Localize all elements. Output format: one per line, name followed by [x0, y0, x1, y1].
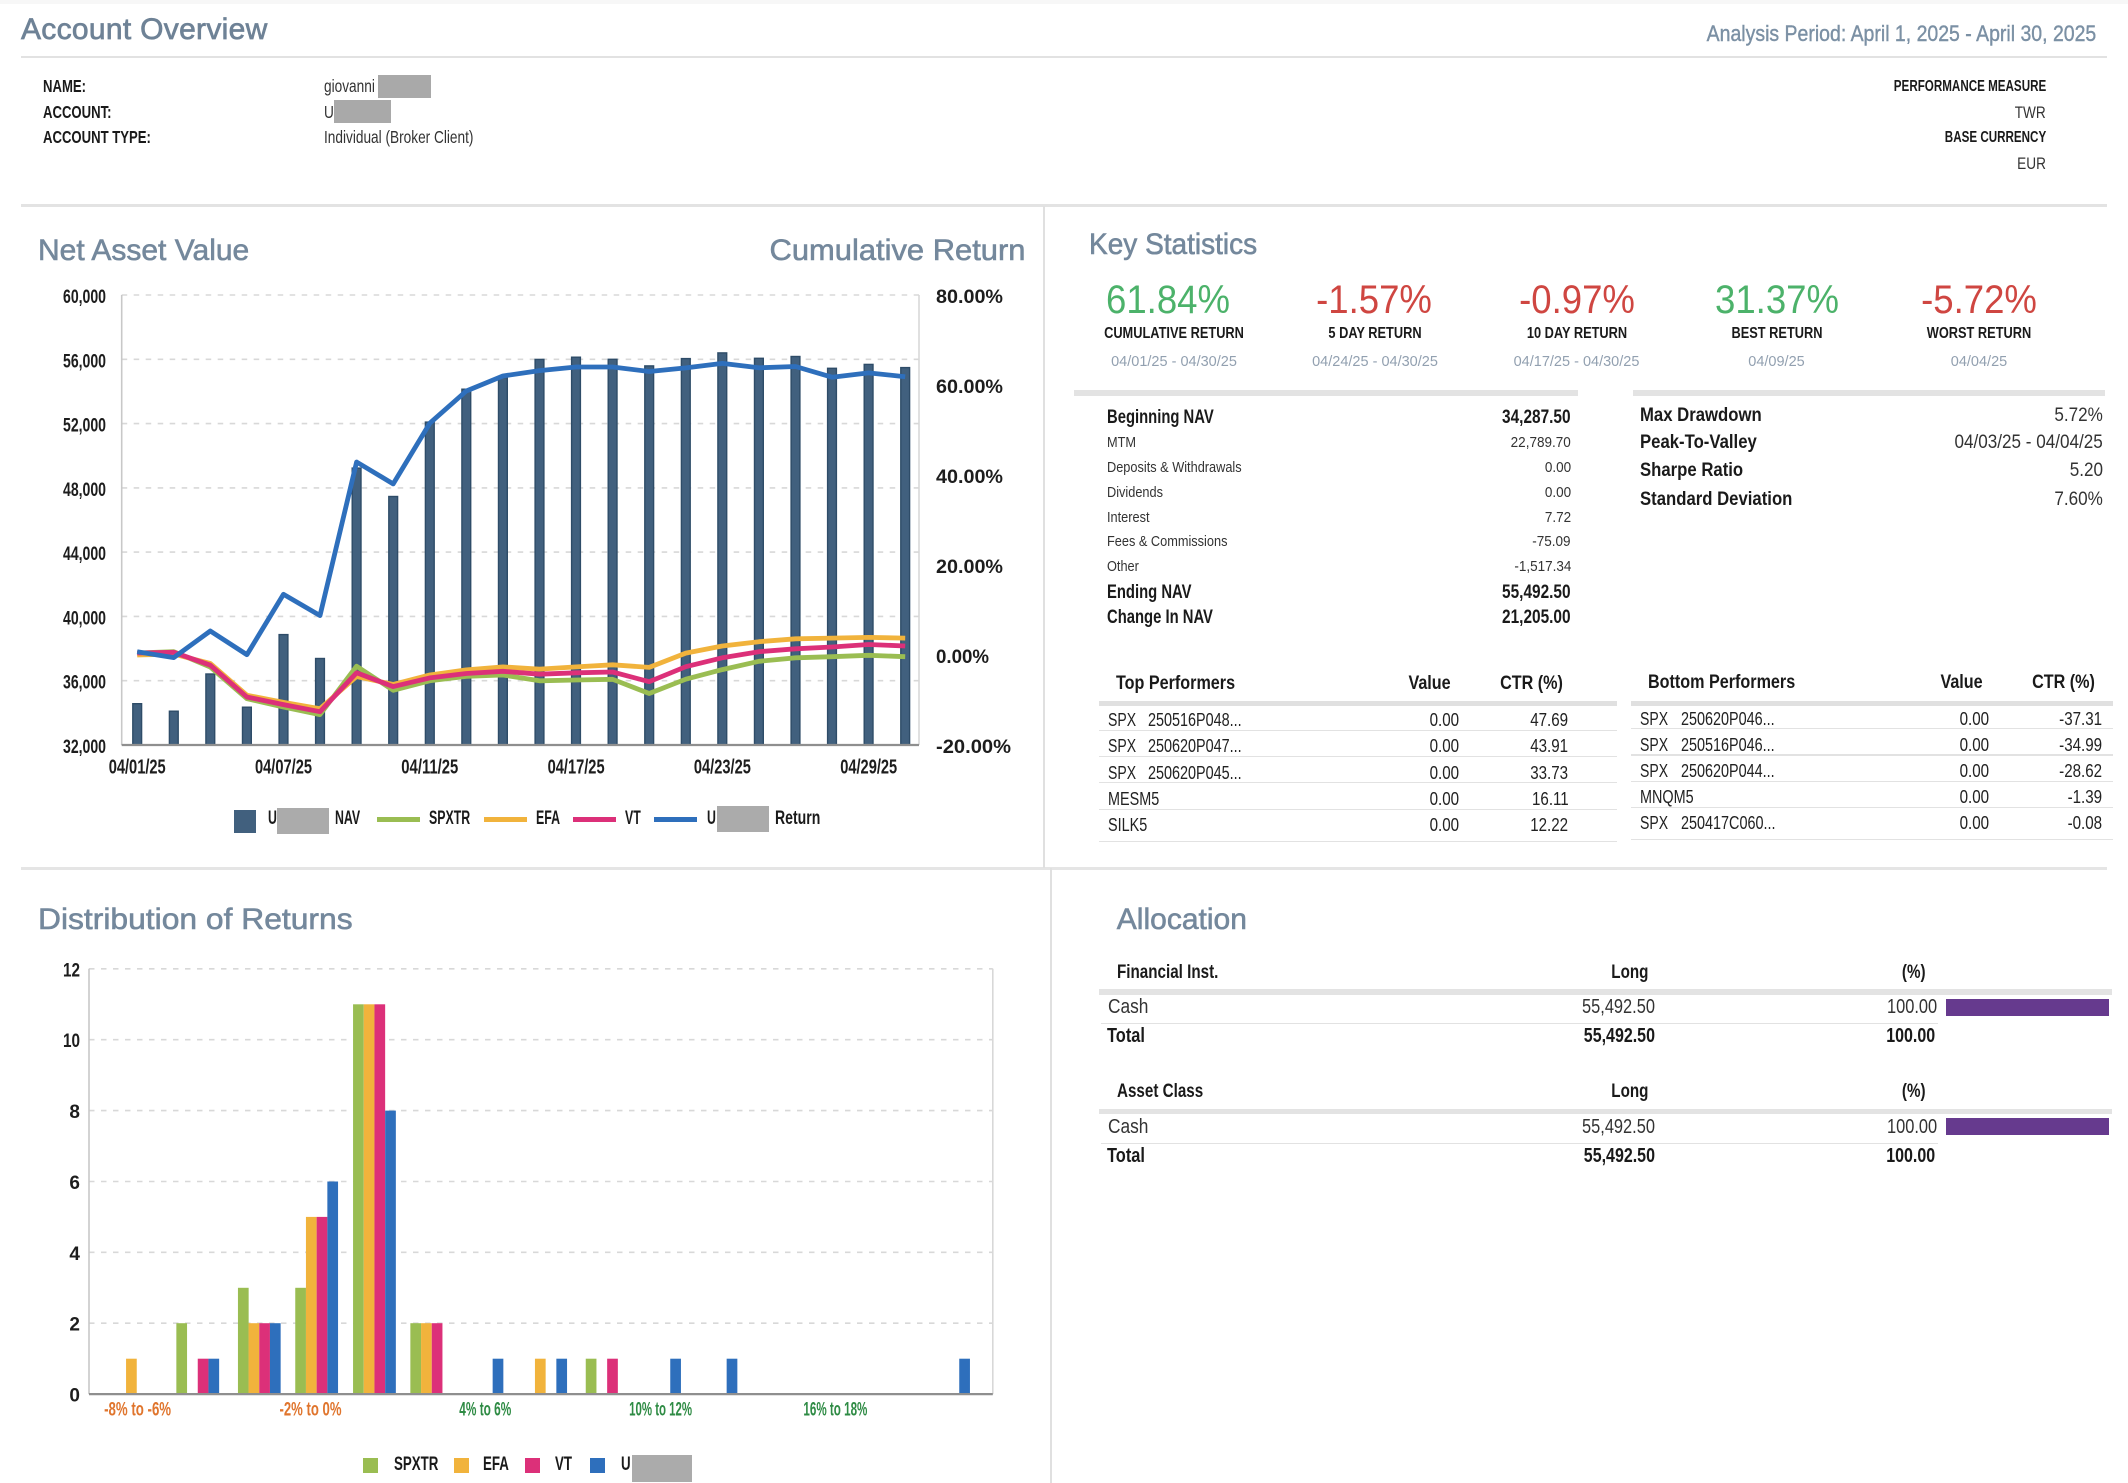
svg-text:8: 8 [69, 1102, 80, 1123]
svg-text:04/17/25: 04/17/25 [548, 757, 605, 779]
svg-text:4: 4 [69, 1244, 80, 1265]
svg-text:4% to 6%: 4% to 6% [459, 1400, 511, 1421]
svg-text:60.00%: 60.00% [936, 377, 1003, 398]
svg-text:04/07/25: 04/07/25 [255, 757, 312, 779]
svg-text:52,000: 52,000 [63, 416, 106, 437]
svg-text:10% to 12%: 10% to 12% [629, 1400, 692, 1421]
svg-text:04/01/25: 04/01/25 [109, 757, 166, 779]
svg-text:20.00%: 20.00% [936, 557, 1003, 578]
svg-text:04/23/25: 04/23/25 [694, 757, 751, 779]
svg-text:40,000: 40,000 [63, 608, 106, 629]
svg-text:10: 10 [63, 1031, 80, 1052]
svg-text:04/29/25: 04/29/25 [840, 757, 897, 779]
svg-text:-20.00%: -20.00% [936, 737, 1011, 758]
svg-text:04/11/25: 04/11/25 [401, 757, 458, 779]
svg-text:0: 0 [69, 1386, 80, 1407]
svg-text:32,000: 32,000 [63, 737, 106, 758]
svg-text:12: 12 [63, 960, 80, 981]
svg-text:0.00%: 0.00% [936, 647, 989, 668]
svg-text:36,000: 36,000 [63, 673, 106, 694]
svg-text:40.00%: 40.00% [936, 467, 1003, 488]
svg-text:48,000: 48,000 [63, 480, 106, 501]
svg-text:44,000: 44,000 [63, 544, 106, 565]
svg-text:56,000: 56,000 [63, 351, 106, 372]
svg-text:60,000: 60,000 [63, 287, 106, 308]
svg-text:-8% to -6%: -8% to -6% [104, 1400, 171, 1421]
svg-text:-2% to 0%: -2% to 0% [280, 1400, 342, 1421]
svg-text:2: 2 [69, 1315, 80, 1336]
svg-text:6: 6 [69, 1173, 80, 1194]
svg-text:16% to 18%: 16% to 18% [803, 1400, 867, 1421]
